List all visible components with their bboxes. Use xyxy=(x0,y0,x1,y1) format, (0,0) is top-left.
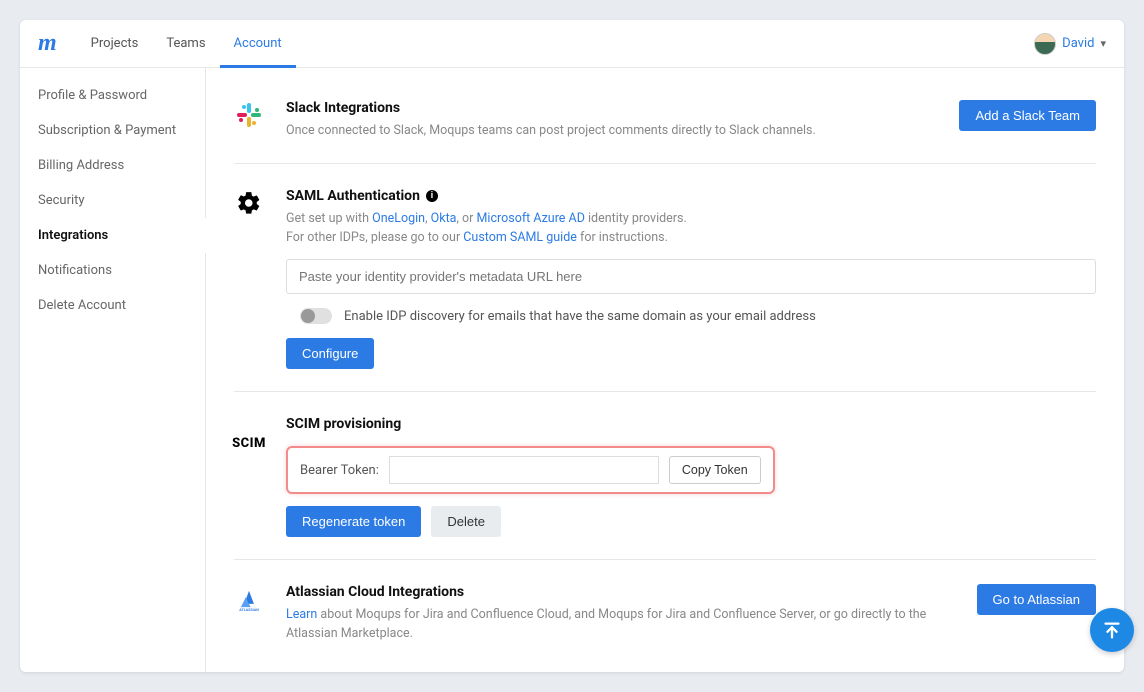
bearer-token-highlight: Bearer Token: Copy Token xyxy=(286,446,775,494)
logo[interactable]: m xyxy=(38,30,57,57)
slack-title: Slack Integrations xyxy=(286,100,959,116)
sidebar-item-delete[interactable]: Delete Account xyxy=(20,288,205,323)
slack-icon xyxy=(234,100,264,141)
scim-icon: SCIM xyxy=(232,436,266,537)
nav-teams[interactable]: Teams xyxy=(152,20,219,68)
scim-title: SCIM provisioning xyxy=(286,416,1096,432)
saml-metadata-input[interactable] xyxy=(286,259,1096,294)
nav-account[interactable]: Account xyxy=(220,20,296,68)
sidebar-item-notifications[interactable]: Notifications xyxy=(20,253,205,288)
top-nav: m Projects Teams Account David ▾ xyxy=(20,20,1124,68)
idp-discovery-toggle[interactable] xyxy=(300,308,332,324)
link-azure[interactable]: Microsoft Azure AD xyxy=(477,211,585,226)
section-saml: SAML Authentication i Get set up with On… xyxy=(234,163,1096,392)
go-to-atlassian-button[interactable]: Go to Atlassian xyxy=(977,584,1096,615)
sidebar-item-subscription[interactable]: Subscription & Payment xyxy=(20,113,205,148)
section-atlassian: ATLASSIAN Go to Atlassian Atlassian Clou… xyxy=(234,559,1096,652)
bearer-token-label: Bearer Token: xyxy=(300,463,379,478)
chevron-down-icon: ▾ xyxy=(1100,37,1106,50)
atlassian-desc: Learn about Moqups for Jira and Confluen… xyxy=(286,606,1096,644)
sidebar-item-billing[interactable]: Billing Address xyxy=(20,148,205,183)
link-onelogin[interactable]: OneLogin xyxy=(372,211,425,226)
saml-title: SAML Authentication i xyxy=(286,188,1096,204)
atlassian-icon: ATLASSIAN xyxy=(234,584,264,644)
info-icon[interactable]: i xyxy=(426,190,438,202)
svg-text:ATLASSIAN: ATLASSIAN xyxy=(239,608,259,612)
regenerate-token-button[interactable]: Regenerate token xyxy=(286,506,421,537)
configure-button[interactable]: Configure xyxy=(286,338,374,369)
app-window: m Projects Teams Account David ▾ Profile… xyxy=(20,20,1124,672)
scroll-top-fab[interactable] xyxy=(1090,608,1134,652)
user-name: David xyxy=(1062,36,1094,51)
avatar xyxy=(1034,33,1056,55)
sidebar-item-integrations[interactable]: Integrations xyxy=(20,218,205,253)
copy-token-button[interactable]: Copy Token xyxy=(669,456,761,484)
section-scim: SCIM SCIM provisioning Bearer Token: Cop… xyxy=(234,391,1096,559)
toggle-label: Enable IDP discovery for emails that hav… xyxy=(344,309,816,324)
link-okta[interactable]: Okta xyxy=(431,211,457,226)
gear-icon xyxy=(234,188,264,370)
section-slack: Add a Slack Team Slack Integrations Once… xyxy=(234,86,1096,163)
sidebar-item-security[interactable]: Security xyxy=(20,183,205,218)
atlassian-title: Atlassian Cloud Integrations xyxy=(286,584,977,600)
bearer-token-input[interactable] xyxy=(389,456,659,484)
user-menu[interactable]: David ▾ xyxy=(1034,33,1106,55)
sidebar-item-profile[interactable]: Profile & Password xyxy=(20,78,205,113)
sidebar: Profile & Password Subscription & Paymen… xyxy=(20,68,206,672)
add-slack-team-button[interactable]: Add a Slack Team xyxy=(959,100,1096,131)
saml-desc: Get set up with OneLogin, Okta, or Micro… xyxy=(286,210,1096,248)
nav-projects[interactable]: Projects xyxy=(77,20,153,68)
delete-token-button[interactable]: Delete xyxy=(431,506,501,537)
link-saml-guide[interactable]: Custom SAML guide xyxy=(463,230,577,245)
learn-link[interactable]: Learn xyxy=(286,607,317,622)
main-content: Add a Slack Team Slack Integrations Once… xyxy=(206,68,1124,672)
